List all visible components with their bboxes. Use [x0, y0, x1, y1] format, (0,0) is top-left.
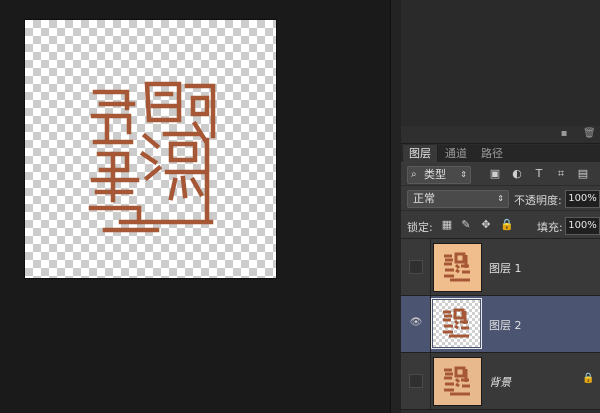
panel-footer: ▪ 🗑 — [401, 126, 600, 144]
blend-mode-label: 正常 — [413, 192, 435, 205]
upper-panel-empty — [401, 0, 600, 127]
opacity-input[interactable]: 100% — [565, 190, 600, 208]
trash-icon[interactable]: 🗑 — [583, 129, 596, 139]
new-layer-icon[interactable]: ▪ — [559, 129, 569, 139]
shape-filter-icon[interactable]: ⌗ — [555, 168, 567, 180]
layer-name[interactable]: 图层 2 — [489, 317, 522, 333]
visibility-toggle[interactable] — [409, 374, 423, 388]
lock-icon: 🔒 — [582, 373, 595, 384]
seal-thumbnail-image — [444, 252, 470, 282]
filter-kind-select[interactable]: ⌕ 类型 ⇕ — [407, 166, 471, 184]
layer-filter-row: ⌕ 类型 ⇕ ▣ ◐ T ⌗ ▤ — [401, 163, 600, 185]
stepper-arrows-icon: ⇕ — [460, 170, 467, 179]
seal-stamp-image — [88, 81, 216, 233]
opacity-label: 不透明度: — [514, 194, 562, 207]
filter-kind-label: 类型 — [424, 168, 446, 181]
stepper-arrows-icon: ⇕ — [497, 194, 504, 203]
blend-row: 正常 ⇕ 不透明度: 100% — [401, 186, 600, 210]
layers-list: 图层 1 👁 图层 2 背景 🔒 — [401, 239, 600, 413]
layer-row-background[interactable]: 背景 🔒 — [401, 353, 600, 410]
blend-mode-select[interactable]: 正常 ⇕ — [407, 190, 509, 208]
eye-icon[interactable]: 👁 — [409, 317, 423, 331]
fill-label: 填充: — [537, 221, 563, 234]
layer-row-2[interactable]: 👁 图层 2 — [401, 296, 600, 353]
seal-thumbnail-image — [443, 308, 469, 338]
text-filter-icon[interactable]: T — [533, 168, 545, 180]
layer-row-1[interactable]: 图层 1 — [401, 239, 600, 296]
smart-object-filter-icon[interactable]: ▤ — [577, 168, 589, 180]
tab-layers[interactable]: 图层 — [403, 145, 438, 162]
panel-tabs: 图层 通道 路径 — [401, 145, 600, 163]
lock-position-icon[interactable]: ✥ — [480, 219, 492, 231]
lock-image-pixels-icon[interactable]: ✎ — [460, 219, 472, 231]
divider — [430, 296, 431, 352]
layer-thumbnail[interactable] — [431, 298, 482, 349]
image-filter-icon[interactable]: ▣ — [489, 168, 501, 180]
tab-paths[interactable]: 路径 — [475, 145, 509, 162]
right-panel-dock: ▪ 🗑 图层 通道 路径 ⌕ 类型 ⇕ ▣ ◐ T ⌗ ▤ 正常 ⇕ 不透明度:… — [401, 0, 600, 413]
document-canvas[interactable] — [25, 20, 276, 278]
lock-transparent-pixels-icon[interactable]: ▦ — [441, 219, 453, 231]
layer-thumbnail[interactable] — [433, 243, 482, 292]
search-icon: ⌕ — [411, 169, 417, 180]
adjustment-filter-icon[interactable]: ◐ — [511, 168, 523, 180]
layer-thumbnail[interactable] — [433, 357, 482, 406]
canvas-area[interactable] — [0, 0, 390, 413]
lock-row: 锁定: ▦ ✎ ✥ 🔒 填充: 100% — [401, 211, 600, 239]
lock-all-icon[interactable]: 🔒 — [500, 219, 514, 231]
fill-input[interactable]: 100% — [565, 217, 600, 235]
panel-splitter[interactable] — [390, 0, 401, 413]
divider — [430, 239, 431, 295]
layer-name[interactable]: 图层 1 — [489, 260, 522, 276]
tab-channels[interactable]: 通道 — [439, 145, 473, 162]
divider — [430, 353, 431, 409]
visibility-toggle[interactable] — [409, 260, 423, 274]
layer-name[interactable]: 背景 — [489, 374, 511, 390]
seal-thumbnail-image — [444, 366, 470, 396]
lock-label: 锁定: — [407, 221, 433, 234]
